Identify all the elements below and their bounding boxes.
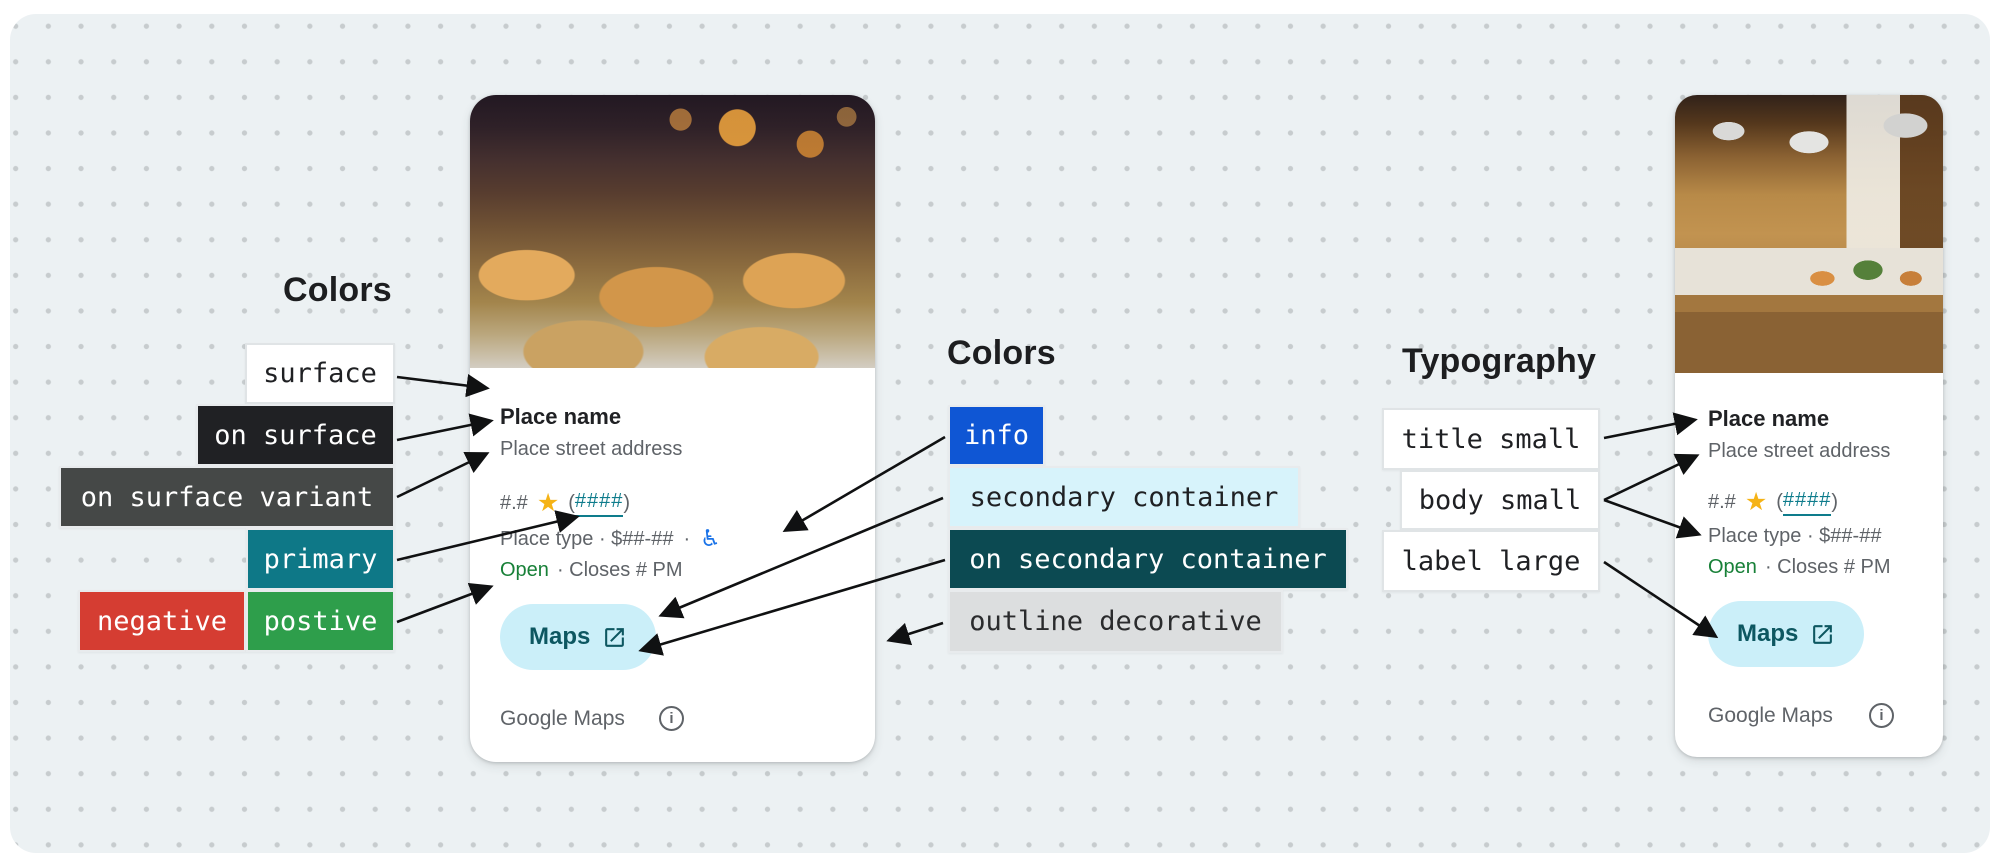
review-count-link[interactable]: #### — [1783, 487, 1832, 516]
maps-button[interactable]: Maps — [1708, 601, 1864, 667]
maps-button-label: Maps — [1737, 620, 1798, 648]
rating-row: #.# ★ ( #### ) — [1708, 487, 1937, 516]
paren-open: ( — [1776, 489, 1783, 515]
design-spec-canvas: Colors Colors Typography surface on surf… — [0, 0, 2000, 860]
place-card-bakery: Place name Place street address #.# ★ ( … — [470, 95, 875, 762]
color-chip-outline-decorative: outline decorative — [948, 590, 1283, 653]
paren-open: ( — [568, 490, 575, 516]
star-icon: ★ — [537, 490, 559, 515]
attribution-row: Google Maps i — [500, 706, 845, 731]
closes-text: · Closes # PM — [557, 557, 683, 583]
color-chip-postive: postive — [246, 590, 395, 652]
rating-value: #.# — [1708, 489, 1736, 515]
place-street-address: Place street address — [500, 437, 845, 461]
place-type-price: Place type · $##-## — [1708, 523, 1881, 549]
color-chip-on-surface: on surface — [196, 404, 395, 466]
type-chip-body-small: body small — [1400, 470, 1600, 530]
type-price-row: Place type · $##-## — [1708, 523, 1937, 549]
color-chip-negative: negative — [78, 590, 246, 652]
accessible-icon: ♿ — [700, 528, 721, 551]
maps-button[interactable]: Maps — [500, 604, 656, 670]
color-chip-info: info — [948, 405, 1045, 466]
color-chip-secondary-container: secondary container — [948, 466, 1300, 528]
rating-row: #.# ★ ( #### ) — [500, 488, 845, 517]
colors-heading-middle: Colors — [947, 334, 1056, 373]
star-icon: ★ — [1745, 489, 1767, 514]
place-type-price: Place type · $##-## — [500, 526, 673, 552]
place-photo-bakery — [470, 95, 875, 368]
rating-value: #.# — [500, 490, 528, 516]
open-in-new-icon — [1810, 622, 1835, 647]
colors-heading-left: Colors — [283, 271, 392, 310]
type-price-row: Place type · $##-## · ♿ — [500, 526, 845, 552]
attribution-text: Google Maps — [1708, 704, 1833, 728]
open-in-new-icon — [602, 625, 627, 650]
open-status: Open — [500, 557, 549, 583]
hours-row: Open · Closes # PM — [1708, 554, 1937, 580]
color-chip-on-surface-variant: on surface variant — [59, 466, 395, 528]
paren-close: ) — [623, 490, 630, 516]
color-chip-primary: primary — [246, 528, 395, 590]
typography-heading: Typography — [1402, 342, 1596, 381]
color-chip-on-secondary-container: on secondary container — [948, 528, 1348, 590]
dot-separator: · — [683, 526, 690, 552]
closes-text: · Closes # PM — [1765, 554, 1891, 580]
place-name: Place name — [1708, 406, 1937, 432]
open-status: Open — [1708, 554, 1757, 580]
type-chip-label-large: label large — [1382, 530, 1600, 592]
attribution-row: Google Maps i — [1708, 703, 1937, 728]
attribution-text: Google Maps — [500, 707, 625, 731]
place-card-cafe: Place name Place street address #.# ★ ( … — [1675, 95, 1943, 757]
color-chip-surface: surface — [245, 343, 395, 404]
place-photo-cafe — [1675, 95, 1943, 373]
place-street-address: Place street address — [1708, 439, 1937, 463]
type-chip-title-small: title small — [1382, 408, 1600, 470]
info-icon[interactable]: i — [659, 706, 684, 731]
info-icon[interactable]: i — [1869, 703, 1894, 728]
maps-button-label: Maps — [529, 623, 590, 651]
hours-row: Open · Closes # PM — [500, 557, 845, 583]
review-count-link[interactable]: #### — [575, 488, 624, 517]
paren-close: ) — [1831, 489, 1838, 515]
place-name: Place name — [500, 404, 845, 430]
